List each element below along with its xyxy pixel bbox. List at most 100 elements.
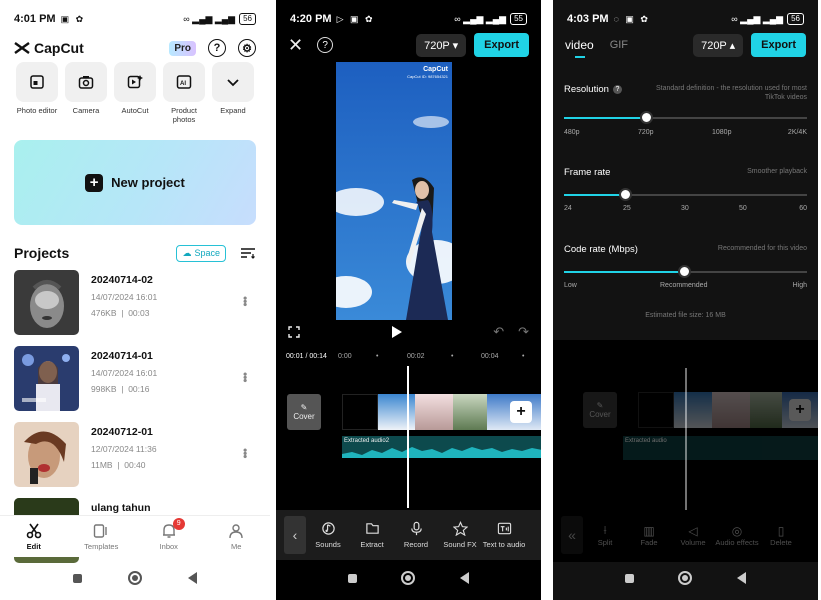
more-options-icon[interactable]: ••• — [238, 448, 252, 458]
play-icon[interactable] — [391, 326, 402, 338]
add-clip-button[interactable]: + — [510, 401, 532, 423]
tool-label: Sounds — [315, 540, 341, 549]
project-item[interactable]: 20240712-01 12/07/2024 11:36 11MB | 00:4… — [14, 422, 256, 498]
project-item[interactable]: 20240714-02 14/07/2024 16:01 476KB | 00:… — [14, 270, 256, 346]
back-icon[interactable] — [736, 572, 746, 584]
project-name: 20240714-02 — [91, 274, 153, 286]
person-icon — [229, 523, 243, 538]
home-icon[interactable] — [128, 571, 142, 585]
cover-label: Cover — [589, 410, 611, 419]
project-date: 14/07/2024 16:01 — [91, 368, 158, 378]
recent-apps-icon[interactable] — [73, 573, 82, 583]
tab-gif[interactable]: GIF — [610, 39, 628, 51]
home-icon[interactable] — [401, 571, 416, 585]
recent-apps-icon[interactable] — [348, 573, 358, 583]
photo-editor-icon — [30, 75, 44, 89]
pro-badge[interactable]: Pro — [169, 40, 196, 56]
project-size: 476KB — [91, 308, 117, 318]
tool-label: Camera — [72, 106, 100, 115]
back-icon[interactable] — [188, 572, 197, 584]
tool-autocut[interactable]: AutoCut — [112, 62, 158, 124]
nav-label: Inbox — [159, 541, 178, 551]
help-icon[interactable]: ? — [317, 37, 334, 53]
playhead[interactable] — [407, 366, 409, 508]
ruler-mark: 0:00 — [338, 353, 352, 360]
watermark-text: CapCut — [423, 66, 448, 73]
project-item[interactable]: 20240714-01 14/07/2024 16:01 998KB | 00:… — [14, 346, 256, 422]
ruler-dot: • — [376, 353, 379, 360]
export-button[interactable]: Export — [474, 33, 529, 57]
tool-sound-fx[interactable]: Sound FX — [438, 521, 482, 549]
resolution-slider[interactable] — [564, 111, 807, 125]
slider-knob[interactable] — [619, 188, 632, 201]
frame-rate-slider[interactable] — [564, 188, 807, 202]
tick-label: 50 — [739, 205, 747, 212]
project-date: 14/07/2024 16:01 — [91, 292, 158, 302]
more-options-icon[interactable]: ••• — [238, 296, 252, 306]
video-clip — [750, 392, 782, 428]
video-clip — [638, 392, 674, 428]
redo-icon[interactable]: ↷ — [518, 324, 529, 340]
home-icon[interactable] — [678, 571, 693, 585]
video-clip[interactable] — [453, 394, 487, 430]
recent-apps-icon[interactable] — [625, 573, 635, 583]
space-button[interactable]: ☁ Space — [176, 244, 226, 262]
cover-button[interactable]: ✎ Cover — [287, 394, 321, 430]
audio-track[interactable]: Extracted audio2 — [342, 436, 541, 458]
battery-icon: 56 — [239, 13, 256, 25]
close-icon[interactable]: ✕ — [288, 35, 303, 56]
new-project-button[interactable]: + New project — [14, 140, 256, 225]
tool-photo-editor[interactable]: Photo editor — [14, 62, 60, 124]
trash-icon: ▯ — [777, 523, 785, 538]
system-navigation — [553, 562, 818, 594]
sound-fx-icon — [452, 521, 468, 536]
tick-label: 480p — [564, 129, 580, 136]
export-button[interactable]: Export — [751, 33, 806, 57]
collapse-toolbar-button[interactable]: ‹ — [284, 516, 306, 554]
tool-extract[interactable]: Extract — [350, 521, 394, 549]
tool-sounds[interactable]: Sounds — [306, 521, 350, 549]
help-icon[interactable]: ? — [208, 39, 226, 57]
tick-label: 25 — [623, 205, 631, 212]
tool-label: Expand — [220, 106, 246, 115]
more-options-icon[interactable]: ••• — [238, 372, 252, 382]
slider-knob[interactable] — [678, 265, 691, 278]
slider-knob[interactable] — [640, 111, 653, 124]
ruler-mark: 00:04 — [481, 353, 499, 360]
info-icon[interactable]: ? — [612, 85, 622, 94]
fullscreen-icon[interactable] — [288, 326, 300, 338]
tool-text-to-audio[interactable]: Text to audio — [482, 521, 526, 549]
nav-me[interactable]: Me — [211, 523, 261, 551]
tool-fade: ▥ Fade — [627, 524, 671, 547]
tool-camera[interactable]: Camera — [63, 62, 109, 124]
tool-expand[interactable]: Expand — [210, 62, 256, 124]
text-to-audio-icon — [497, 522, 511, 535]
nav-templates[interactable]: Templates — [76, 523, 126, 551]
split-icon: ⟊ — [603, 523, 607, 537]
tool-label: Audio effects — [715, 537, 759, 547]
cover-button: ✎ Cover — [583, 392, 617, 428]
settings-gear-icon[interactable]: ⚙ — [238, 39, 256, 57]
resolution-dropdown[interactable]: 720P ▴ — [693, 33, 744, 57]
export-header: video GIF 720P ▴ Export — [565, 33, 806, 58]
back-icon[interactable] — [459, 572, 469, 584]
tool-record[interactable]: Record — [394, 521, 438, 549]
nav-inbox[interactable]: 9 Inbox — [144, 517, 194, 551]
code-rate-slider[interactable] — [564, 265, 807, 279]
dimmed-toolbar: « ⟊ Split ▥ Fade ◁ Volume ◎ Audio effects ▯ D… — [553, 510, 818, 560]
tick-label: 2K/4K — [787, 129, 807, 136]
tool-label: Fade — [640, 537, 658, 547]
undo-icon[interactable]: ↶ — [493, 324, 504, 340]
video-clip[interactable] — [378, 394, 415, 430]
video-clip[interactable] — [415, 394, 453, 430]
notification-icons: ◌ ▣ ✿ — [613, 13, 650, 24]
video-preview[interactable]: CapCut CapCut ID: 987654321 — [336, 62, 452, 320]
project-name: 20240714-01 — [91, 350, 153, 362]
tab-video[interactable]: video — [565, 38, 594, 58]
video-clip[interactable] — [342, 394, 378, 430]
scissors-icon — [26, 523, 42, 538]
resolution-dropdown[interactable]: 720P ▾ — [416, 33, 467, 57]
tool-product-photos[interactable]: AI Product photos — [161, 62, 207, 124]
nav-edit[interactable]: Edit — [9, 523, 59, 551]
sort-icon[interactable] — [240, 247, 256, 259]
